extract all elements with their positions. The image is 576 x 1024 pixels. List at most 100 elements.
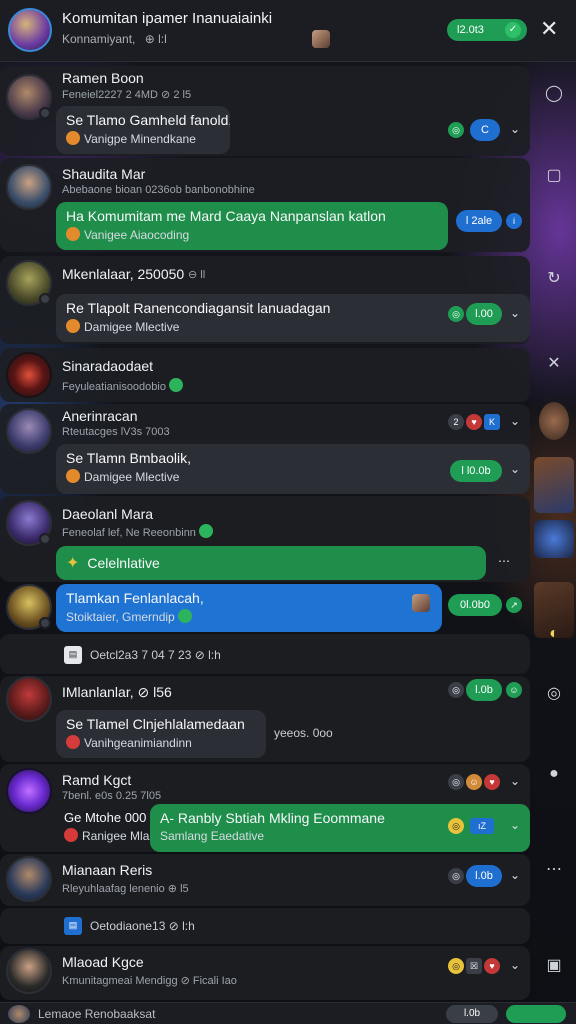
chevron-down-icon[interactable]: ⌄ [510,818,520,832]
gallery-icon[interactable]: ▣ [542,954,566,978]
status-badge[interactable]: l2.0t3 ✓ [447,19,527,41]
like-icon[interactable]: ◎ [448,122,464,138]
user-avatar[interactable] [6,948,52,994]
reply-bubble[interactable]: Ge Mtohe 000 Ranigee Mlandlo [56,810,156,850]
user-avatar[interactable] [6,676,52,722]
message-title: Ha Komumitam me Mard Caaya Nanpanslan ka… [66,208,386,224]
member-avatar[interactable] [412,594,430,612]
square-icon[interactable]: ▢ [542,164,566,188]
emoji-icon [178,609,193,623]
post-card[interactable]: Tlamkan Fenlanlacah, Stoiktaier, Gmerndi… [0,584,530,638]
chevron-down-icon[interactable]: ⌄ [510,462,520,476]
post-card[interactable]: Mkenlalaar, 250050 ⊖ ll Re Tlapolt Ranen… [0,256,530,344]
message-bubble[interactable]: Ha Komumitam me Mard Caaya Nanpanslan ka… [56,202,448,250]
post-card[interactable]: Shaudita Mar Abebaone bioan 0236ob banbo… [0,158,530,252]
post-card[interactable]: Daeolanl Mara Feneolaf lef, Ne Reeonbinn… [0,496,530,582]
reaction-badge[interactable]: l.0b [466,679,502,701]
chevron-down-icon[interactable]: ⌄ [510,958,520,972]
status-badge[interactable]: l.0b [446,1005,498,1023]
reaction-badge[interactable]: l l0.0b [450,460,502,482]
post-card[interactable]: Mlaoad Kgce Kmunitagmeai Mendigg ⊘ Fical… [0,946,530,1000]
message-bubble[interactable]: Se Tlamel Clnjehlalamedaan Vanihgeanimia… [56,710,266,758]
heart-icon[interactable]: ♥ [466,414,482,430]
post-card[interactable]: Ramd Kgct 7benl. e0s 0.25 7l05 ◎ ☺ ♥ ⌄ G… [0,764,530,852]
emoji-icon [66,227,80,241]
message-title: A- Ranbly Sbtiah Mkling Eoommane [160,810,385,826]
post-meta: ⊖ ll [188,269,206,281]
refresh-icon[interactable]: ↻ [542,267,566,291]
emoji-icon [66,735,80,749]
post-meta: Kmunitagmeai Mendigg ⊘ Ficali Iao [62,975,237,987]
user-avatar[interactable] [6,500,52,546]
group-avatar[interactable] [8,8,52,52]
bookmark-icon[interactable]: K [484,414,500,430]
camera-icon[interactable]: ◎ [542,682,566,706]
post-card[interactable]: Sinaradaodaet Feyuleatianisoodobio [0,348,530,402]
message-subtitle: Vanihgeanimiandinn [66,735,256,750]
user-avatar[interactable] [6,584,52,630]
reaction-badge[interactable]: l 2ale [456,210,502,232]
emoji-icon [199,524,213,538]
media-thumbnail[interactable] [534,457,574,513]
reaction-badge[interactable]: l.00 [466,303,502,325]
message-bubble[interactable]: Se Tlamo Gamheld fanold, Vanigpe Minendk… [56,106,230,154]
like-icon[interactable]: ◎ [448,306,464,322]
more-icon[interactable]: ⋯ [498,554,510,568]
coin-icon: ◎ [448,818,464,834]
reaction-badge[interactable]: l.0b [466,865,502,887]
message-subtitle-text: Vanigee Aiaocoding [84,228,190,242]
coin-icon: ◎ [448,958,464,974]
post-card[interactable]: Mianaan Reris Rleyuhlaafag lenenio ⊕ l5 … [0,854,530,906]
member-avatar[interactable] [312,30,330,48]
message-subtitle: Vanigee Aiaocoding [66,227,438,242]
user-avatar[interactable] [6,260,52,306]
user-avatar[interactable] [6,74,52,120]
compose-bar[interactable]: Lemaoe Renobaaksat l.0b [0,1002,576,1024]
comment-icon[interactable]: ◯ [542,82,566,106]
chevron-down-icon[interactable]: ⌄ [510,122,520,136]
user-avatar[interactable] [6,352,52,398]
online-members[interactable] [506,1005,566,1023]
post-card[interactable]: IMlanlanlar, ⊘ l56 ◎ l.0b ☺ Se Tlamel Cl… [0,676,530,762]
side-toolbar: ◯ ▢ ↻ ✕ ◐ ◎ ● ⋯ ▣ [532,62,576,1002]
post-card[interactable]: Anerinracan Rteutacges lV3s 7003 2 ♥ K ⌄… [0,404,530,494]
media-thumbnail[interactable] [534,520,574,558]
badge-icon[interactable]: ☒ [466,958,482,974]
reaction-badge[interactable]: 0l.0b0 [448,594,502,616]
post-card[interactable]: ▤ Oetodiaone13 ⊘ l:h [0,908,530,944]
user-avatar[interactable] [539,402,569,440]
message-bubble[interactable]: Tlamkan Fenlanlacah, Stoiktaier, Gmerndi… [56,584,442,632]
heart-icon[interactable]: ♥ [484,958,500,974]
share-icon[interactable]: ↗ [506,597,522,613]
badge-icon[interactable]: ıZ [470,818,494,834]
user-avatar[interactable] [6,408,52,454]
reaction-badge[interactable]: C [470,119,500,141]
message-title: Se Tlamo Gamheld fanold, [66,112,230,128]
user-avatar[interactable] [6,768,52,814]
more-icon[interactable]: ⋯ [542,858,566,882]
close-icon[interactable]: ✕ [542,352,566,376]
user-avatar[interactable] [6,856,52,902]
chevron-down-icon[interactable]: ⌄ [510,868,520,882]
close-icon[interactable]: ✕ [540,16,558,42]
chevron-down-icon[interactable]: ⌄ [510,414,520,428]
info-icon[interactable]: i [506,213,522,229]
chat-icon[interactable]: ● [542,762,566,786]
user-avatar[interactable] [6,164,52,210]
emoji-icon[interactable]: ☺ [506,682,522,698]
views-icon: ◎ [448,774,464,790]
reaction-icon[interactable]: ☺ [466,774,482,790]
reply-subtitle-text: Ranigee Mlandlo [82,829,156,843]
chevron-down-icon[interactable]: ⌄ [510,306,520,320]
post-card[interactable]: Ramen Boon Feneiel2227 2 4MD ⊘ 2 l5 Se T… [0,66,530,156]
user-avatar[interactable] [8,1005,30,1023]
reply-title: Ge Mtohe 000 [64,810,147,825]
chevron-down-icon[interactable]: ⌄ [510,774,520,788]
heart-icon[interactable]: ♥ [484,774,500,790]
post-card[interactable]: ▤ Oetcl2a3 7 04 7 23 ⊘ l:h [0,634,530,674]
document-icon: ▤ [64,917,82,935]
message-bubble[interactable]: ✦ Celelnlative [56,546,486,580]
post-author: Anerinracan [62,408,138,424]
message-title: Celelnlative [87,555,160,571]
message-subtitle: Samlang Eaedative [160,829,265,843]
